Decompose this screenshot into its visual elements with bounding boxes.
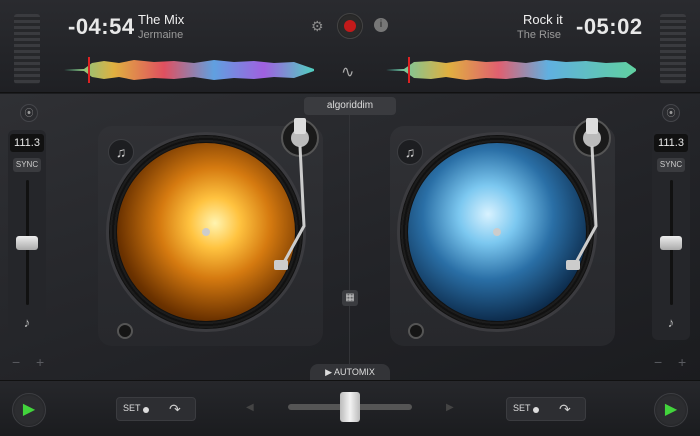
tempo-lock-icon-right[interactable]: ⦿ [662,104,680,122]
pitch-plus-right[interactable]: + [678,354,686,370]
vu-meter-right [660,14,686,84]
music-library-button-right[interactable]: ♫ [397,139,423,165]
track-title-right: Rock it [523,12,563,27]
sync-button-right[interactable]: SYNC [657,158,685,172]
logo: algoriddim [304,97,396,115]
loop-icon[interactable]: ↷ [559,401,571,418]
spindle-right [493,228,501,236]
set-group-right: SET ↷ [506,397,586,421]
crossfader-left-arrow: ◀ [246,402,254,413]
waveform-right[interactable] [386,57,636,83]
automix-label: AUTOMIX [334,367,375,377]
time-remaining-left: -04:54 [68,14,135,39]
tonearm-right [560,116,620,276]
play-button-left[interactable]: ▶ [12,393,46,427]
bpm-display-left: 111.3 [10,134,44,152]
set-dot-left [143,407,149,413]
vu-meter-left [14,14,40,84]
set-cue-button-right[interactable]: SET [513,403,531,413]
top-bar: -04:54 The Mix Jermaine ⚙ i Rock it The … [0,0,700,93]
cue-button-left[interactable] [117,323,133,339]
gear-icon[interactable]: ⚙ [311,18,324,35]
set-cue-button-left[interactable]: SET [123,403,141,413]
bpm-display-right: 111.3 [654,134,688,152]
loop-icon[interactable]: ↷ [169,401,181,418]
grid-icon[interactable]: ▦ [342,290,358,306]
tempo-lock-icon-left[interactable]: ⦿ [20,104,38,122]
track-artist-right: The Rise [517,29,562,41]
time-remaining-right: -05:02 [576,14,643,39]
set-group-left: SET ↷ [116,397,196,421]
set-dot-right [533,407,539,413]
track-title-left: The Mix [138,12,185,27]
pitch-panel-right: 111.3 SYNC ♪ [652,130,690,340]
tonearm-left [268,116,328,276]
play-button-right[interactable]: ▶ [654,393,688,427]
record-button[interactable] [337,13,363,39]
spindle-left [202,228,210,236]
music-library-button-left[interactable]: ♫ [108,139,134,165]
automix-button[interactable]: ▶ AUTOMIX [310,364,390,380]
crossfader-knob[interactable] [340,392,360,422]
play-icon: ▶ [664,401,678,418]
music-note-icon[interactable]: ♪ [14,315,40,335]
pitch-minus-right[interactable]: − [654,354,662,370]
track-artist-left: Jermaine [138,29,184,41]
cue-button-right[interactable] [408,323,424,339]
music-note-icon[interactable]: ♪ [658,315,684,335]
waveform-left[interactable] [64,57,314,83]
pitch-plus-left[interactable]: + [36,354,44,370]
info-icon[interactable]: i [374,18,388,32]
pitch-slider-knob-right[interactable] [660,236,682,250]
sync-button-left[interactable]: SYNC [13,158,41,172]
center-divider [349,100,350,368]
pitch-minus-left[interactable]: − [12,354,20,370]
crossfader-right-arrow: ▶ [446,402,454,413]
pitch-slider-knob-left[interactable] [16,236,38,250]
play-icon: ▶ [22,401,36,418]
waveform-icon[interactable]: ∿ [341,62,354,82]
pitch-panel-left: 111.3 SYNC ♪ [8,130,46,340]
